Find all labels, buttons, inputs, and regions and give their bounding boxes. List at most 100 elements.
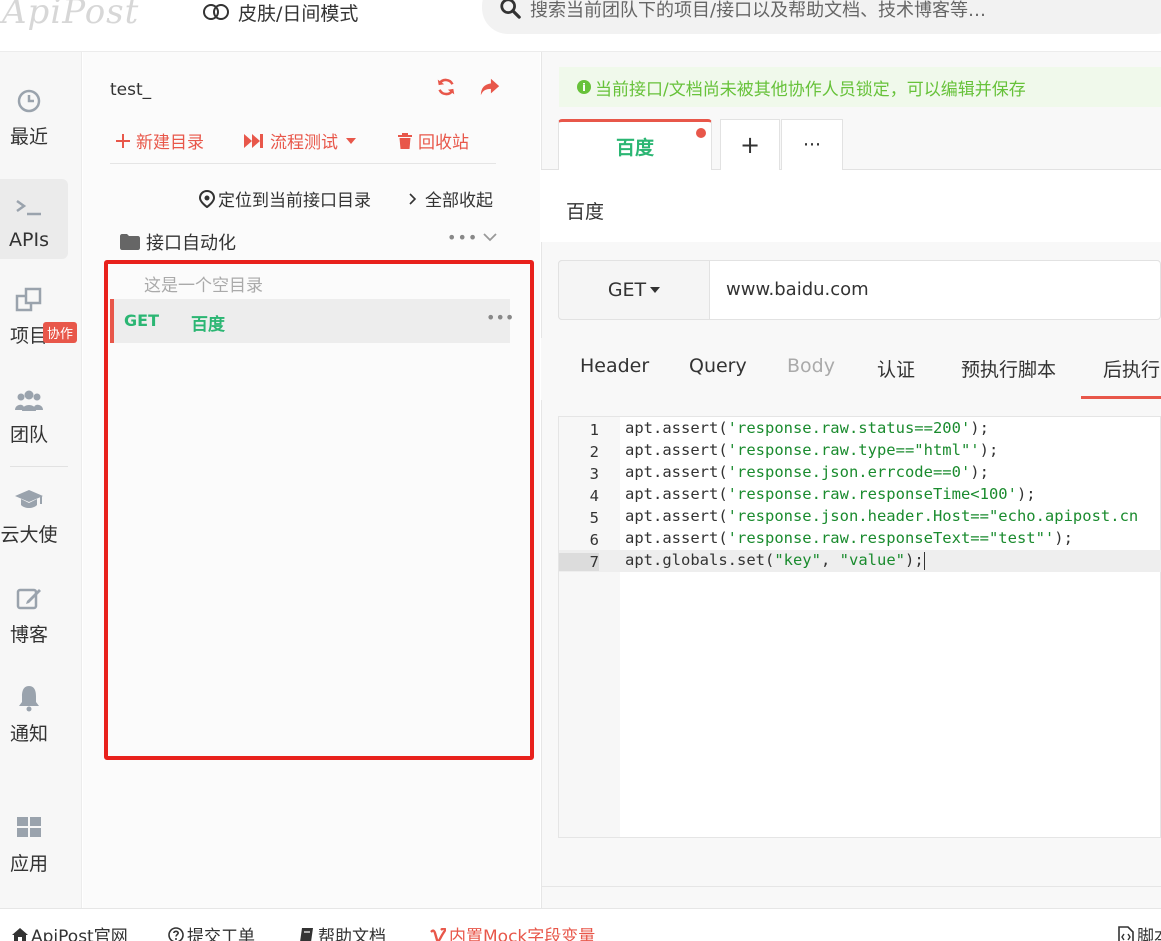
more-tabs-label: ···: [802, 134, 822, 156]
collab-badge: 协作: [43, 322, 78, 343]
help-docs-label: 帮助文档: [318, 927, 386, 941]
tab-auth[interactable]: 认证: [877, 355, 915, 382]
folder-item[interactable]: 接口自动化: [120, 229, 236, 255]
tab-body[interactable]: Body: [787, 355, 835, 377]
new-folder-label: 新建目录: [136, 133, 204, 153]
url-input[interactable]: www.baidu.com: [726, 279, 869, 300]
script-label: 脚本: [1137, 927, 1161, 941]
share-icon[interactable]: [479, 76, 501, 98]
nav-recent-label: 最近: [9, 126, 48, 148]
terminal-icon: [16, 199, 41, 216]
nav-notifications[interactable]: 通知: [0, 669, 68, 749]
line-number: 6: [589, 531, 599, 549]
main-bottom-divider: [541, 886, 1161, 887]
toggle-icon: [203, 4, 230, 20]
help-docs-link[interactable]: 帮助文档: [299, 922, 386, 941]
tab-pre-script[interactable]: 预执行脚本: [961, 355, 1056, 382]
nav-ambassador[interactable]: 云大使: [0, 470, 68, 550]
nav-blog-label: 博客: [9, 624, 48, 646]
tab-baidu[interactable]: 百度: [558, 119, 712, 170]
line-number: 3: [589, 465, 599, 483]
tab-post-script[interactable]: 后执行: [1103, 355, 1160, 382]
add-tab-button[interactable]: +: [720, 119, 780, 170]
official-site-link[interactable]: ApiPost官网: [12, 922, 128, 941]
question-circle-icon: [168, 926, 184, 941]
tab-query[interactable]: Query: [689, 355, 747, 377]
plus-icon: [116, 133, 130, 148]
folder-name: 接口自动化: [146, 233, 236, 254]
team-icon: [15, 390, 43, 411]
script-link[interactable]: 脚本: [1118, 922, 1161, 941]
submit-ticket-label: 提交工单: [187, 927, 255, 941]
tab-baidu-label: 百度: [615, 136, 654, 159]
method-select[interactable]: GET: [558, 260, 710, 320]
apps-icon: [17, 817, 41, 837]
nav-blog[interactable]: 博客: [0, 570, 68, 650]
mock-variables-label: 内置Mock字段变量: [449, 927, 596, 941]
code-file-icon: [1118, 925, 1134, 941]
method-select-label: GET: [607, 279, 647, 301]
api-name-area: [541, 170, 1161, 242]
code-line: 3 apt.assert('response.json.errcode==0')…: [559, 462, 1161, 484]
bell-icon: [19, 686, 39, 712]
code-line: 5 apt.assert('response.json.header.Host=…: [559, 506, 1161, 528]
nav-divider: [10, 466, 68, 467]
new-folder-button[interactable]: 新建目录: [116, 128, 204, 153]
nav-team[interactable]: 团队: [0, 370, 68, 450]
code-line: 4 apt.assert('response.raw.responseTime<…: [559, 484, 1161, 506]
flow-test-label: 流程测试: [270, 133, 338, 153]
line-number: 7: [559, 553, 599, 571]
more-tabs-button[interactable]: ···: [781, 119, 843, 170]
nav-team-label: 团队: [9, 424, 48, 446]
lock-notice-text: 当前接口/文档尚未被其他协作人员锁定，可以编辑并保存: [595, 79, 1026, 100]
code-line-current: 7 apt.globals.set("key", "value");: [559, 550, 1161, 572]
api-title[interactable]: 百度: [566, 197, 604, 224]
tab-header[interactable]: Header: [580, 355, 649, 377]
clock-icon: [17, 89, 41, 113]
caret-down-icon: [346, 137, 356, 144]
refresh-icon[interactable]: [435, 76, 457, 98]
nav-apps-label: 应用: [9, 853, 48, 875]
active-tab-underline: [1081, 396, 1161, 399]
nav-ambassador-label: 云大使: [0, 524, 58, 546]
nav-apis[interactable]: APIs: [0, 179, 68, 259]
skin-mode-toggle[interactable]: 皮肤/日间模式: [203, 0, 358, 26]
code-line: 2 apt.assert('response.raw.type=="html"'…: [559, 440, 1161, 462]
search-icon: [500, 0, 521, 19]
text-caret: [923, 551, 925, 570]
unsaved-dot: [696, 128, 706, 138]
official-site-label: ApiPost官网: [31, 927, 128, 941]
mock-variables-link[interactable]: 内置Mock字段变量: [430, 922, 595, 941]
vimeo-icon: [430, 927, 446, 941]
flow-test-button[interactable]: 流程测试: [244, 128, 362, 153]
chevron-right-icon: [409, 192, 417, 205]
collapse-all-button[interactable]: 全部收起: [408, 186, 493, 211]
actions-divider: [110, 163, 496, 164]
apipost-logo: ApiPost: [2, 0, 140, 32]
code-line: 1 apt.assert('response.raw.status==200')…: [559, 418, 1161, 440]
graduation-cap-icon: [15, 490, 43, 508]
locate-current-label: 定位到当前接口目录: [218, 191, 371, 211]
folder-icon: [120, 234, 140, 250]
recycle-bin-button[interactable]: 回收站: [398, 128, 469, 153]
chevron-down-icon[interactable]: [481, 228, 499, 246]
search-placeholder[interactable]: 搜索当前团队下的项目/接口以及帮助文档、技术博客等…: [530, 0, 986, 22]
line-number: 4: [589, 487, 599, 505]
folder-more-icon[interactable]: •••: [447, 228, 478, 247]
nav-recent[interactable]: 最近: [0, 72, 68, 152]
book-icon: [300, 927, 313, 941]
location-pin-icon: [199, 189, 215, 208]
caret-down-icon: [650, 287, 661, 293]
code-line: 6 apt.assert('response.raw.responseText=…: [559, 528, 1161, 550]
nav-apps[interactable]: 应用: [0, 799, 68, 879]
home-icon: [12, 927, 28, 941]
line-number: 5: [589, 509, 599, 527]
project-icon: [15, 287, 42, 312]
highlight-frame: [104, 260, 534, 760]
submit-ticket-link[interactable]: 提交工单: [168, 922, 255, 941]
nav-apis-label: APIs: [9, 229, 49, 251]
trash-icon: [398, 132, 412, 149]
locate-current-button[interactable]: 定位到当前接口目录: [199, 186, 371, 211]
lock-notice: i 当前接口/文档尚未被其他协作人员锁定，可以编辑并保存: [559, 67, 1161, 107]
collapse-all-label: 全部收起: [425, 191, 493, 211]
